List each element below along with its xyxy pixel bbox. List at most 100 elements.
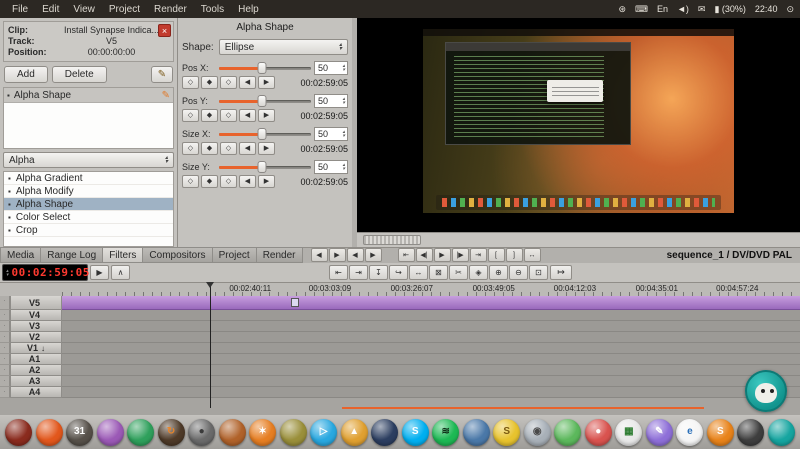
append-button[interactable]: ↪ [389, 265, 408, 280]
spinner-arrows-icon[interactable]: ▴▾ [342, 163, 345, 171]
kf-next-button[interactable]: ▶ [258, 76, 275, 89]
param-value-spinner[interactable]: 50 ▴▾ [314, 94, 348, 108]
playhead[interactable] [210, 282, 211, 408]
zoom-out-button[interactable]: ⊖ [509, 265, 528, 280]
dock-icon-camera[interactable]: ● [188, 419, 215, 446]
dock-icon-yellow-s[interactable]: S [493, 419, 520, 446]
param-slider[interactable] [219, 160, 311, 174]
mark-out-button[interactable]: ] [506, 248, 523, 262]
param-value-spinner[interactable]: 50 ▴▾ [314, 61, 348, 75]
track-a1[interactable]: · A1 [0, 354, 62, 365]
delete-filter-button[interactable]: Delete [52, 66, 107, 83]
dock-icon-sphere[interactable] [5, 419, 32, 446]
monitor-scrub-widget[interactable] [363, 235, 421, 245]
dock-icon-sublime[interactable]: S [707, 419, 734, 446]
menu-edit[interactable]: Edit [36, 3, 65, 16]
slider-handle[interactable] [258, 128, 267, 140]
to-start-button[interactable]: ⇤ [398, 248, 415, 262]
dock-icon-olive[interactable] [280, 419, 307, 446]
indicator-language[interactable]: En [657, 4, 668, 14]
play-button[interactable]: ▶ [434, 248, 451, 262]
mark-in-button[interactable]: [ [488, 248, 505, 262]
indicator-app-icon[interactable]: ⊛ [618, 4, 626, 15]
add-filter-button[interactable]: Add [4, 66, 48, 83]
shape-select[interactable]: Ellipse ▴▾ [219, 39, 348, 55]
track-lane[interactable] [62, 387, 800, 398]
zoom-in-button[interactable]: ⊕ [489, 265, 508, 280]
clip-marker[interactable] [291, 298, 299, 307]
kf-prev-button[interactable]: ◀ [239, 142, 256, 155]
filter-item-alpha-modify[interactable]: ▪ Alpha Modify [4, 185, 173, 198]
next-edit-button[interactable]: ⇥ [349, 265, 368, 280]
dock-icon-update[interactable]: ↻ [158, 419, 185, 446]
indicator-keyboard-icon[interactable]: ⌨ [635, 4, 648, 15]
tab-project[interactable]: Project [212, 247, 256, 263]
param-slider[interactable] [219, 94, 311, 108]
range-back-button[interactable]: ◀ [311, 248, 328, 262]
indicator-battery[interactable]: ▮ (30%) [714, 4, 745, 15]
edit-filters-toggle-button[interactable]: ✎ [151, 66, 173, 83]
slider-handle[interactable] [258, 161, 267, 173]
dock-icon-files[interactable] [36, 419, 63, 446]
menu-project[interactable]: Project [103, 3, 146, 16]
dock-icon-amber[interactable] [219, 419, 246, 446]
indicator-message-icon[interactable]: ✉ [698, 4, 706, 15]
dock-icon-dark[interactable] [737, 419, 764, 446]
track-state-icon[interactable]: · [0, 354, 10, 365]
pointer-tool-button[interactable]: ↦ [550, 265, 572, 280]
dock-icon-blue-app[interactable] [463, 419, 490, 446]
range-forward-button[interactable]: ▶ [329, 248, 346, 262]
dock-icon-telegram[interactable]: ▷ [310, 419, 337, 446]
cut-button[interactable]: ✂ [449, 265, 468, 280]
track-state-icon[interactable]: · [0, 296, 10, 310]
track-v1[interactable]: · V1↓ [0, 343, 62, 354]
dock-icon-mascot[interactable] [768, 419, 795, 446]
range-overwrite-button[interactable]: ↔ [409, 265, 428, 280]
filter-item-crop[interactable]: ▪ Crop [4, 224, 173, 237]
snapping-button[interactable]: ◈ [469, 265, 488, 280]
track-lane[interactable] [62, 321, 800, 332]
prev-frame-button[interactable]: ◀| [416, 248, 433, 262]
kf-toggle-button[interactable]: ◇ [182, 175, 199, 188]
log-back-button[interactable]: ◀ [347, 248, 364, 262]
track-v4[interactable]: · V4 [0, 310, 62, 321]
track-state-icon[interactable]: · [0, 365, 10, 376]
track-state-icon[interactable]: · [0, 376, 10, 387]
dock-icon-vlc[interactable]: ▲ [341, 419, 368, 446]
track-state-icon[interactable]: · [0, 332, 10, 343]
track-lane[interactable] [62, 343, 800, 354]
kf-delete-button[interactable]: ◇ [220, 175, 237, 188]
dock-icon-navy[interactable] [371, 419, 398, 446]
edit-filter-icon[interactable]: ✎ [162, 90, 170, 101]
filter-group-select[interactable]: Alpha ▴▾ [3, 152, 174, 168]
param-slider[interactable] [219, 127, 311, 141]
kf-delete-button[interactable]: ◇ [220, 109, 237, 122]
track-lane[interactable] [62, 376, 800, 387]
tab-compositors[interactable]: Compositors [142, 247, 211, 263]
spinner-arrows-icon[interactable]: ▴▾ [342, 97, 345, 105]
indicator-volume-icon[interactable]: ◄) [677, 4, 689, 14]
track-state-icon[interactable]: · [0, 387, 10, 398]
kf-prev-button[interactable]: ◀ [239, 109, 256, 122]
track-v2[interactable]: · V2 [0, 332, 62, 343]
track-v3[interactable]: · V3 [0, 321, 62, 332]
kf-toggle-button[interactable]: ◇ [182, 142, 199, 155]
dock-icon-record[interactable]: ● [585, 419, 612, 446]
dock-icon-notes[interactable] [127, 419, 154, 446]
next-frame-button[interactable]: |▶ [452, 248, 469, 262]
dock-icon-calendar[interactable]: 31 [66, 419, 93, 446]
menu-tools[interactable]: Tools [195, 3, 230, 16]
kf-prev-button[interactable]: ◀ [239, 175, 256, 188]
spinner-arrows-icon[interactable]: ▴▾ [342, 64, 345, 72]
tab-media[interactable]: Media [0, 247, 40, 263]
track-v5[interactable]: · V5 [0, 296, 62, 310]
log-forward-button[interactable]: ▶ [365, 248, 382, 262]
dock-icon-e[interactable]: e [676, 419, 703, 446]
dock-icon-design[interactable]: ✎ [646, 419, 673, 446]
kf-delete-button[interactable]: ◇ [220, 142, 237, 155]
indicator-session-icon[interactable]: ⊙ [786, 4, 794, 15]
param-value-spinner[interactable]: 50 ▴▾ [314, 160, 348, 174]
filter-enabled-checkbox-icon[interactable]: ▪ [7, 91, 10, 100]
slider-handle[interactable] [258, 62, 267, 74]
menu-file[interactable]: File [6, 3, 34, 16]
